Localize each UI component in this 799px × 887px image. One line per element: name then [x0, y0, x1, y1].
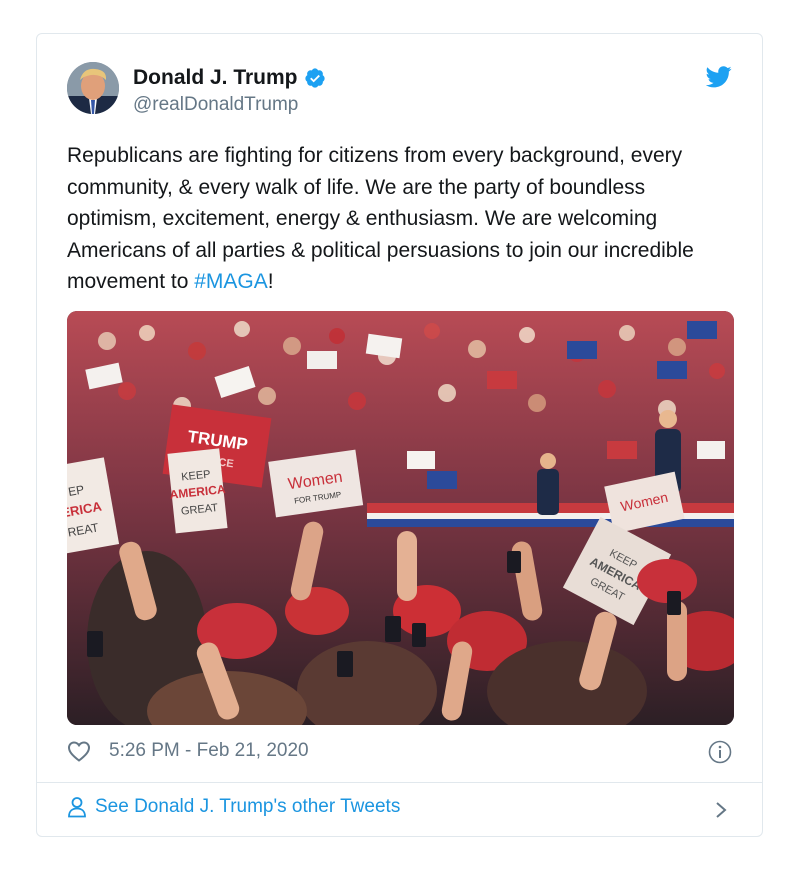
author-name-row[interactable]: Donald J. Trump [133, 66, 326, 90]
info-icon[interactable] [708, 740, 732, 764]
hashtag-link[interactable]: #MAGA [194, 270, 268, 293]
photo-sign-ep: EP [67, 482, 85, 499]
twitter-bird-icon[interactable] [706, 66, 732, 88]
author-name[interactable]: Donald J. Trump [133, 66, 298, 90]
verified-badge-icon [304, 68, 325, 88]
divider [37, 782, 762, 783]
see-other-tweets-label[interactable]: See Donald J. Trump's other Tweets [95, 796, 400, 818]
see-other-tweets-link[interactable]: See Donald J. Trump's other Tweets [67, 796, 400, 818]
tweet-timestamp[interactable]: 5:26 PM - Feb 21, 2020 [109, 740, 309, 762]
tweet-body: Republicans are fighting for citizens fr… [67, 144, 694, 293]
tweet-text: Republicans are fighting for citizens fr… [67, 140, 737, 298]
heart-icon[interactable] [67, 740, 91, 762]
person-icon [68, 797, 86, 818]
tweet-meta: 5:26 PM - Feb 21, 2020 [67, 740, 309, 762]
embedded-tweet-card: Donald J. Trump @realDonaldTrump Republi… [36, 33, 763, 837]
chevron-right-icon[interactable] [714, 800, 728, 820]
tweet-text-end: ! [267, 270, 274, 293]
avatar[interactable] [67, 62, 119, 114]
tweet-photo[interactable]: TRUMP PENCE Women FOR TRUMP KEEP AMERICA… [67, 311, 734, 725]
author-handle[interactable]: @realDonaldTrump [133, 94, 298, 116]
